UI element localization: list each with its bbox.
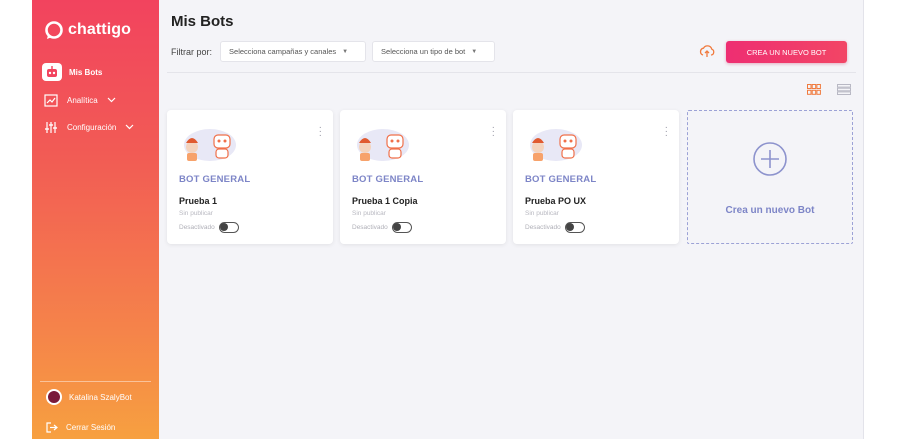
app-window: chattigo Mis Bots Analítica Configuració… <box>32 0 864 439</box>
bot-name: Prueba PO UX <box>525 196 587 206</box>
bot-illustration <box>357 129 409 161</box>
cloud-upload-icon[interactable] <box>699 43 715 59</box>
sidebar-item-label: Configuración <box>67 122 117 132</box>
chattigo-logo-icon <box>45 21 63 39</box>
bot-card[interactable]: · · · BOT GENERAL Prueba 1 Copia Sin publi… <box>340 110 506 244</box>
user-profile[interactable]: Katalina SzalyBot <box>46 389 132 405</box>
caret-down-icon: ▼ <box>342 48 349 55</box>
bot-card[interactable]: · · · BOT GENERAL Prueba PO UX Sin publica… <box>513 110 679 244</box>
activation-toggle[interactable] <box>564 222 585 233</box>
brand-logo[interactable]: chattigo <box>44 20 131 40</box>
filter-label: Filtrar por: <box>171 46 213 57</box>
brand-name: chattigo <box>68 21 132 38</box>
bot-card[interactable]: · · · BOT GENERAL Prueba 1 Sin publicar De… <box>167 110 333 244</box>
bot-type: BOT GENERAL <box>352 174 424 185</box>
activation-toggle[interactable] <box>218 222 239 233</box>
header-divider <box>167 72 856 73</box>
logout-icon <box>46 422 58 433</box>
bot-type: BOT GENERAL <box>179 174 251 185</box>
sidebar-item-mis-bots[interactable]: Mis Bots <box>42 63 102 81</box>
chart-icon <box>42 91 60 109</box>
logout-button[interactable]: Cerrar Sesión <box>46 422 115 433</box>
bot-status: Desactivado <box>179 222 239 233</box>
create-new-bot-label: Crea un nuevo Bot <box>725 205 815 216</box>
create-bot-button[interactable]: CREA UN NUEVO BOT <box>726 41 847 63</box>
activation-toggle[interactable] <box>391 222 412 233</box>
logout-label: Cerrar Sesión <box>66 423 116 432</box>
caret-down-icon: ▼ <box>471 48 478 55</box>
select-value: Selecciona campañas y canales <box>229 47 337 56</box>
bot-type: BOT GENERAL <box>525 174 597 185</box>
sidebar-item-label: Mis Bots <box>69 67 103 77</box>
filter-bar: Filtrar por: Selecciona campañas y canal… <box>171 41 496 62</box>
chevron-down-icon <box>125 123 134 132</box>
status-label: Desactivado <box>179 224 215 231</box>
bot-name: Prueba 1 <box>179 196 218 206</box>
publish-status: Sin publicar <box>352 210 386 217</box>
bot-illustration <box>530 129 582 161</box>
list-view-icon[interactable] <box>837 84 851 95</box>
window-edge <box>863 0 864 439</box>
bot-status: Desactivado <box>352 222 412 233</box>
bot-status: Desactivado <box>525 222 585 233</box>
sidebar-item-configuracion[interactable]: Configuración <box>42 118 134 136</box>
select-value: Selecciona un tipo de bot <box>381 47 466 56</box>
main-content: Mis Bots Filtrar por: Selecciona campaña… <box>159 0 864 439</box>
more-options-icon[interactable]: · · · <box>492 123 495 141</box>
grid-view-icon[interactable] <box>807 84 821 95</box>
bot-type-select[interactable]: Selecciona un tipo de bot ▼ <box>372 41 496 62</box>
publish-status: Sin publicar <box>179 210 213 217</box>
page-title: Mis Bots <box>171 13 234 30</box>
plus-circle-icon <box>753 142 787 176</box>
status-label: Desactivado <box>352 224 388 231</box>
sidebar-divider <box>40 381 151 382</box>
chevron-down-icon <box>107 96 116 105</box>
user-name: Katalina SzalyBot <box>69 392 132 402</box>
create-new-bot-card[interactable]: Crea un nuevo Bot <box>687 110 853 244</box>
more-options-icon[interactable]: · · · <box>319 123 322 141</box>
bot-illustration <box>184 129 236 161</box>
sidebar-item-label: Analítica <box>67 95 98 105</box>
robot-icon <box>42 63 62 81</box>
sidebar: chattigo Mis Bots Analítica Configuració… <box>32 0 159 439</box>
avatar <box>46 389 62 405</box>
campaigns-channels-select[interactable]: Selecciona campañas y canales ▼ <box>220 41 367 62</box>
more-options-icon[interactable]: · · · <box>665 123 668 141</box>
bot-name: Prueba 1 Copia <box>352 196 418 206</box>
publish-status: Sin publicar <box>525 210 559 217</box>
sidebar-item-analitica[interactable]: Analítica <box>42 91 116 109</box>
settings-sliders-icon <box>42 118 60 136</box>
status-label: Desactivado <box>525 224 561 231</box>
